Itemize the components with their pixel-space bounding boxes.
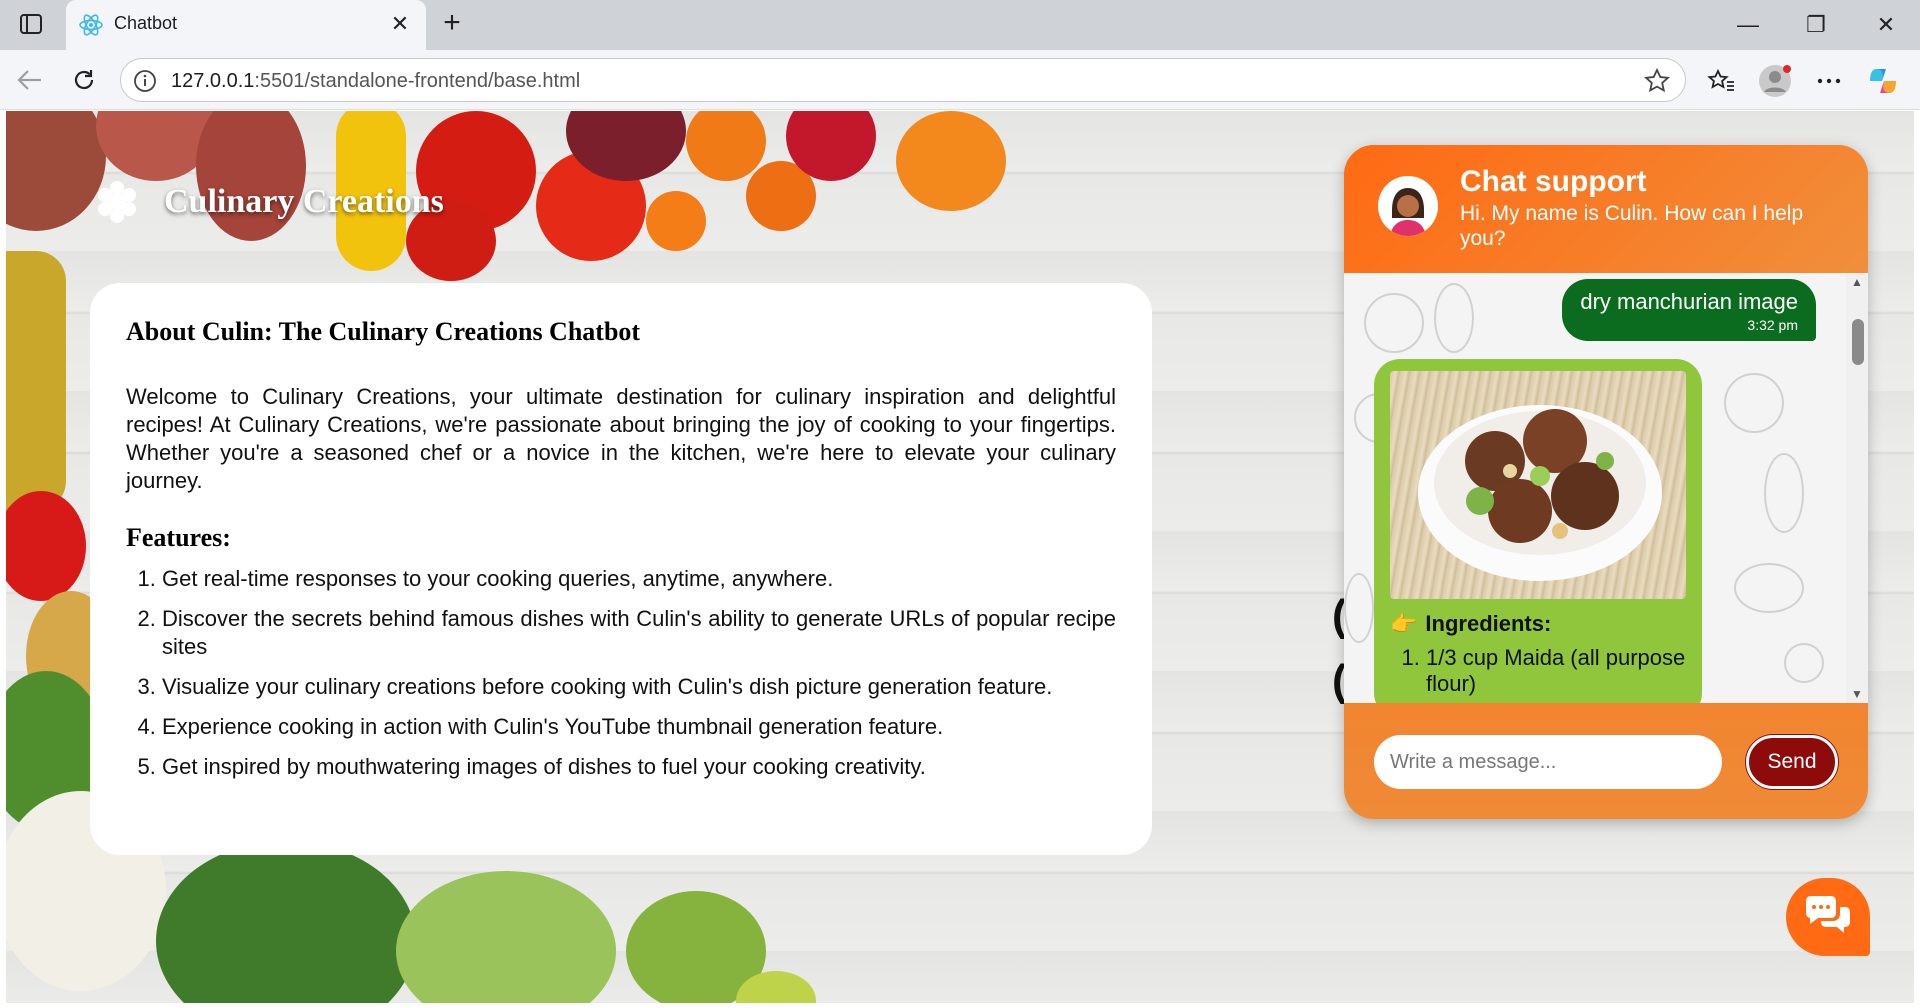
close-window-icon[interactable]: ✕	[1866, 8, 1906, 42]
more-options-icon[interactable]	[1810, 62, 1848, 100]
scroll-thumb[interactable]	[1852, 319, 1864, 365]
incoming-message: 👉 Ingredients: 1/3 cup Maida (all purpos…	[1374, 359, 1702, 703]
url-host: 127.0.0.1	[171, 70, 255, 92]
chat-widget: Chat support Hi. My name is Culin. How c…	[1344, 145, 1868, 819]
ingredients-heading: 👉 Ingredients:	[1390, 611, 1686, 637]
site-info-icon[interactable]	[133, 69, 157, 93]
profile-avatar-icon[interactable]	[1756, 62, 1794, 100]
scroll-down-icon[interactable]: ▼	[1850, 687, 1864, 701]
dish-image	[1390, 371, 1686, 599]
send-button[interactable]: Send	[1746, 735, 1838, 789]
feature-item: Visualize your culinary creations before…	[162, 673, 1116, 701]
url-path: :5501/standalone-frontend/base.html	[254, 70, 581, 92]
support-avatar	[1378, 176, 1438, 236]
url-text: 127.0.0.1:5501/standalone-frontend/base.…	[171, 70, 580, 93]
ingredients-label: Ingredients:	[1425, 611, 1552, 636]
brand: Culinary Creations	[96, 181, 444, 223]
asterisk-icon	[96, 181, 138, 223]
reload-icon[interactable]	[66, 62, 102, 98]
feature-item: Get inspired by mouthwatering images of …	[162, 753, 1116, 781]
about-title: About Culin: The Culinary Creations Chat…	[126, 317, 641, 346]
tab-title: Chatbot	[114, 13, 178, 33]
minimize-icon[interactable]: —	[1728, 8, 1768, 42]
messages-scrollbar[interactable]: ▲ ▼	[1846, 273, 1868, 703]
message-timestamp: 3:32 pm	[1747, 317, 1798, 333]
copilot-icon[interactable]	[1864, 62, 1902, 100]
page-background: Culinary Creations About Culin: The Culi…	[6, 111, 1914, 1003]
tab-actions-icon[interactable]	[14, 9, 48, 39]
outgoing-message: dry manchurian image 3:32 pm	[1562, 279, 1816, 341]
chat-toggle-button[interactable]	[1786, 878, 1870, 956]
brand-title: Culinary Creations	[164, 183, 444, 220]
address-bar[interactable]: 127.0.0.1:5501/standalone-frontend/base.…	[120, 58, 1686, 102]
message-input[interactable]	[1374, 735, 1722, 789]
about-card: About Culin: The Culinary Creations Chat…	[90, 283, 1152, 855]
chat-title: Chat support	[1460, 165, 1647, 198]
back-icon[interactable]	[12, 62, 48, 98]
favorite-star-icon[interactable]	[1643, 67, 1671, 95]
react-icon	[78, 12, 104, 38]
browser-tab[interactable]: Chatbot ✕	[66, 0, 426, 50]
message-area[interactable]: dry manchurian image 3:32 pm 👉 Ingredien…	[1344, 273, 1868, 703]
features-title: Features:	[126, 523, 231, 552]
feature-item: Discover the secrets behind famous dishe…	[162, 605, 1116, 661]
favorites-icon[interactable]	[1702, 62, 1740, 100]
features-list: Get real-time responses to your cooking …	[126, 565, 1116, 781]
chat-header: Chat support Hi. My name is Culin. How c…	[1344, 145, 1868, 273]
feature-item: Get real-time responses to your cooking …	[162, 565, 1116, 593]
pointing-hand-icon: 👉	[1390, 611, 1418, 636]
ingredient-item: 1/3 cup Maida (all purpose flour)	[1426, 645, 1686, 697]
new-tab-icon[interactable]: +	[436, 8, 468, 40]
message-composer: Send	[1344, 703, 1868, 819]
browser-tab-bar: Chatbot ✕ + — ❐ ✕	[0, 0, 1920, 50]
ingredients-list: 1/3 cup Maida (all purpose flour)	[1390, 645, 1686, 697]
scroll-up-icon[interactable]: ▲	[1850, 275, 1864, 289]
chat-subtitle: Hi. My name is Culin. How can I help you…	[1460, 202, 1804, 250]
about-text: Welcome to Culinary Creations, your ulti…	[126, 384, 1116, 493]
outgoing-message-text: dry manchurian image	[1580, 289, 1798, 314]
browser-toolbar: 127.0.0.1:5501/standalone-frontend/base.…	[0, 50, 1920, 110]
close-tab-icon[interactable]: ✕	[386, 10, 414, 38]
chat-bubbles-icon	[1802, 895, 1854, 940]
feature-item: Experience cooking in action with Culin'…	[162, 713, 1116, 741]
restore-icon[interactable]: ❐	[1796, 8, 1836, 42]
